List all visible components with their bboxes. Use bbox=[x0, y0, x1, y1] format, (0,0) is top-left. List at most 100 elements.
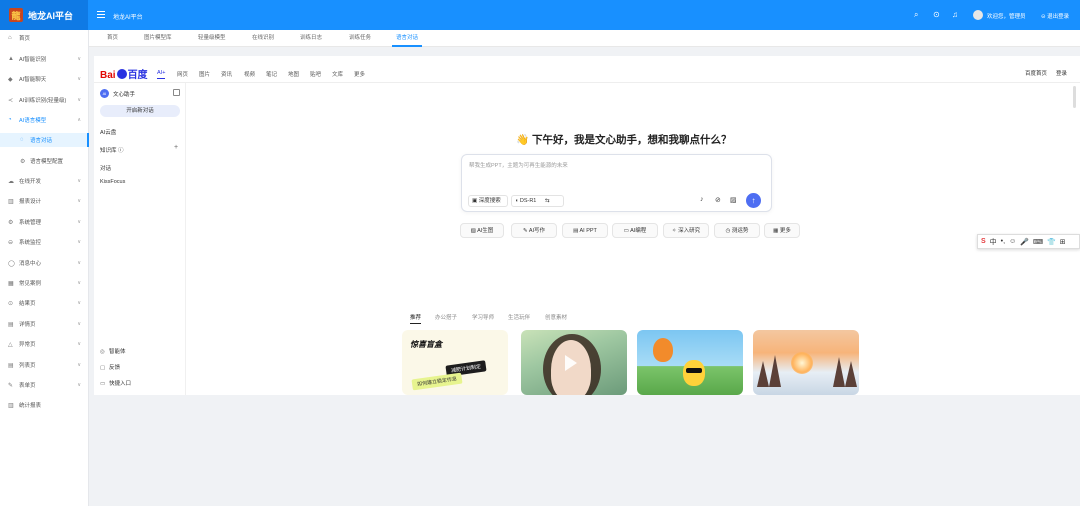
ime-floating-toolbar: S 中 •, ☺ 🎤 ⌨ 👕 ⊞ bbox=[977, 234, 1080, 249]
sidebar-item-result[interactable]: ⊙ 结果页 ∨ bbox=[0, 296, 89, 310]
logout-button[interactable]: ⊝ 退出登录 bbox=[1041, 12, 1069, 20]
tab-image-models[interactable]: 图片模型库 bbox=[144, 30, 172, 47]
sidebar-item-home[interactable]: ⌂ 首页 bbox=[0, 31, 89, 45]
new-chat-button[interactable]: 开启新对话 bbox=[100, 105, 180, 117]
sidebar-item-ai-chat[interactable]: ◆ AI智能聊天 ∨ bbox=[0, 72, 89, 86]
sidebar-item-stats[interactable]: ▥ 统计报表 bbox=[0, 398, 89, 412]
search-icon[interactable]: ⌕ bbox=[914, 10, 918, 20]
shortcut-link[interactable]: ▭ 快捷入口 bbox=[100, 379, 131, 387]
content-tab-office[interactable]: 办公搭子 bbox=[435, 313, 457, 321]
help-icon[interactable]: ⊙ bbox=[933, 10, 940, 20]
sidebar-item-form[interactable]: ✎ 表单页 ∨ bbox=[0, 378, 89, 392]
baidu-nav-news[interactable]: 资讯 bbox=[221, 70, 232, 78]
quick-ai-coding[interactable]: ▭ AI编程 bbox=[612, 223, 658, 238]
attachment-icon[interactable]: ⊘ bbox=[715, 196, 721, 204]
feedback-link[interactable]: ▢ 反馈 bbox=[100, 363, 120, 371]
assistant-name: 文心助手 bbox=[113, 92, 136, 98]
welcome-text[interactable]: 欢迎您，管理员 bbox=[987, 12, 1026, 20]
content-tab-life[interactable]: 生活玩伴 bbox=[508, 313, 530, 321]
baidu-nav-image[interactable]: 图片 bbox=[199, 70, 210, 78]
agent-link[interactable]: ◎ 智能体 bbox=[100, 347, 126, 355]
agent-label: 智能体 bbox=[109, 349, 126, 355]
quick-ai-ppt[interactable]: ▤ AI PPT bbox=[562, 223, 608, 238]
quick-ai-writing[interactable]: ✎ AI写作 bbox=[511, 223, 557, 238]
sidebar-item-ai-training[interactable]: ≺ AI训练识别(轻量级) ∨ bbox=[0, 93, 89, 107]
card-portrait-video[interactable] bbox=[521, 330, 627, 395]
baidu-nav-map[interactable]: 地图 bbox=[288, 70, 299, 78]
sidebar-item-messages[interactable]: ◯ 消息中心 ∨ bbox=[0, 256, 89, 270]
tab-lightweight-models[interactable]: 轻量级模型 bbox=[198, 30, 226, 47]
menu-toggle-icon[interactable] bbox=[97, 11, 105, 18]
content-tab-creative[interactable]: 创意素材 bbox=[545, 313, 567, 321]
model-selector[interactable]: ◖ DS-R1 ⇆ bbox=[511, 195, 564, 207]
scrollbar[interactable] bbox=[1073, 86, 1076, 108]
chat-input-box[interactable]: 帮我生成PPT，主题为可再生能源的未来 ▣ 深度搜索 ◖ DS-R1 ⇆ ♪ ⊘… bbox=[461, 154, 772, 212]
quick-fortune[interactable]: ◷ 测运势 bbox=[714, 223, 760, 238]
baidu-nav-more[interactable]: 更多 bbox=[354, 70, 365, 78]
baidu-nav-notes[interactable]: 笔记 bbox=[266, 70, 277, 78]
assistant-avatar: AI bbox=[100, 89, 109, 98]
card-cartoon-duck[interactable] bbox=[637, 330, 743, 395]
more-icon: ▦ bbox=[773, 228, 779, 234]
chinese-mode-icon[interactable]: 中 bbox=[990, 237, 997, 247]
tab-training-tasks[interactable]: 训练任务 bbox=[349, 30, 371, 47]
sidebar-item-exception[interactable]: △ 异常页 ∨ bbox=[0, 337, 89, 351]
ai-cloud-link[interactable]: AI云盘 bbox=[100, 128, 116, 136]
baidu-home-link[interactable]: 百度首页 bbox=[1025, 69, 1047, 77]
dialog-history-item[interactable]: KissFocus bbox=[100, 179, 125, 185]
microphone-icon[interactable]: ♪ bbox=[700, 196, 704, 203]
knowledge-base-link[interactable]: 知识库 ⓘ bbox=[100, 146, 124, 154]
play-icon[interactable] bbox=[565, 355, 577, 371]
tab-language-dialog[interactable]: 语言对话 bbox=[392, 30, 423, 47]
skin-icon[interactable]: 👕 bbox=[1047, 238, 1056, 246]
sidebar-item-monitor[interactable]: ⊖ 系统监控 ∨ bbox=[0, 235, 89, 249]
emoji-icon[interactable]: ☺ bbox=[1009, 238, 1016, 245]
baidu-nav-tieba[interactable]: 贴吧 bbox=[310, 70, 321, 78]
content-tab-recommend[interactable]: 推荐 bbox=[410, 313, 422, 324]
dialog-section-title: 对话 bbox=[100, 166, 112, 172]
quick-deep-research[interactable]: ✧ 深入研究 bbox=[663, 223, 709, 238]
send-button[interactable]: ↑ bbox=[746, 193, 761, 208]
tab-training-log[interactable]: 训练日志 bbox=[300, 30, 322, 47]
sidebar-item-model-config[interactable]: ⚙ 语言模型配置 bbox=[0, 154, 89, 168]
sidebar-item-cases[interactable]: ▦ 常见案例 ∨ bbox=[0, 276, 89, 290]
avatar[interactable] bbox=[973, 10, 983, 20]
baidu-nav-ai[interactable]: AI+ bbox=[157, 70, 166, 79]
baidu-nav-wenku[interactable]: 文库 bbox=[332, 70, 343, 78]
deep-search-toggle[interactable]: ▣ 深度搜索 bbox=[468, 195, 508, 207]
voice-icon[interactable]: 🎤 bbox=[1020, 238, 1029, 246]
sidebar-item-ai-detect[interactable]: ▲ AI智能识别 ∨ bbox=[0, 52, 89, 66]
app-logo[interactable]: 龍 地龙AI平台 bbox=[0, 0, 88, 30]
baidu-nav-video[interactable]: 视频 bbox=[244, 70, 255, 78]
toolbox-icon[interactable]: ⊞ bbox=[1060, 238, 1066, 246]
keyboard-icon[interactable]: ⌨ bbox=[1033, 238, 1043, 246]
quick-ai-image[interactable]: ▨ AI生图 bbox=[460, 223, 504, 238]
collapse-sidebar-icon[interactable] bbox=[173, 89, 180, 96]
chevron-down-icon: ∨ bbox=[77, 239, 81, 245]
baidu-login-link[interactable]: 登录 bbox=[1056, 69, 1067, 77]
chat-input[interactable]: 帮我生成PPT，主题为可再生能源的未来 bbox=[469, 161, 568, 169]
image-upload-icon[interactable]: ▨ bbox=[730, 196, 737, 204]
system-name: 地龙AI平台 bbox=[113, 15, 143, 21]
add-icon[interactable]: + bbox=[174, 144, 178, 151]
baidu-nav-web[interactable]: 网页 bbox=[177, 70, 188, 78]
sidebar-item-list[interactable]: ▤ 列表页 ∨ bbox=[0, 358, 89, 372]
bell-icon[interactable]: ♫ bbox=[952, 10, 958, 20]
content-tab-study[interactable]: 学习导师 bbox=[472, 313, 494, 321]
tab-home[interactable]: 首页 bbox=[107, 30, 118, 47]
sogou-icon[interactable]: S bbox=[981, 238, 986, 245]
sidebar-item-system[interactable]: ⚙ 系统管理 ∨ bbox=[0, 215, 89, 229]
sidebar-item-dialog[interactable]: ◌ 语言对话 bbox=[0, 133, 89, 147]
sidebar-item-report-design[interactable]: ▥ 报表设计 ∨ bbox=[0, 194, 89, 208]
sidebar-item-detail[interactable]: ▤ 详情页 ∨ bbox=[0, 317, 89, 331]
card-winter-sunset[interactable] bbox=[753, 330, 859, 395]
tab-online-detect[interactable]: 在线识别 bbox=[252, 30, 274, 47]
quick-more[interactable]: ▦ 更多 bbox=[764, 223, 800, 238]
ppt-icon: ▤ bbox=[573, 228, 579, 234]
sidebar-item-online-dev[interactable]: ☁ 在线开发 ∨ bbox=[0, 174, 89, 188]
punctuation-icon[interactable]: •, bbox=[1001, 238, 1005, 245]
sidebar-item-language-model[interactable]: ◔ AI语言模型 ∧ bbox=[0, 113, 89, 127]
sidebar: ⌂ 首页 ▲ AI智能识别 ∨ ◆ AI智能聊天 ∨ ≺ AI训练识别(轻量级) ∨ ◔ AI语… bbox=[0, 30, 89, 506]
baidu-logo[interactable]: Bai 百度 bbox=[100, 66, 148, 81]
card-surprise-box[interactable]: 惊喜盲盒 减肥计划制定 如何建立稳定作息 bbox=[402, 330, 508, 395]
